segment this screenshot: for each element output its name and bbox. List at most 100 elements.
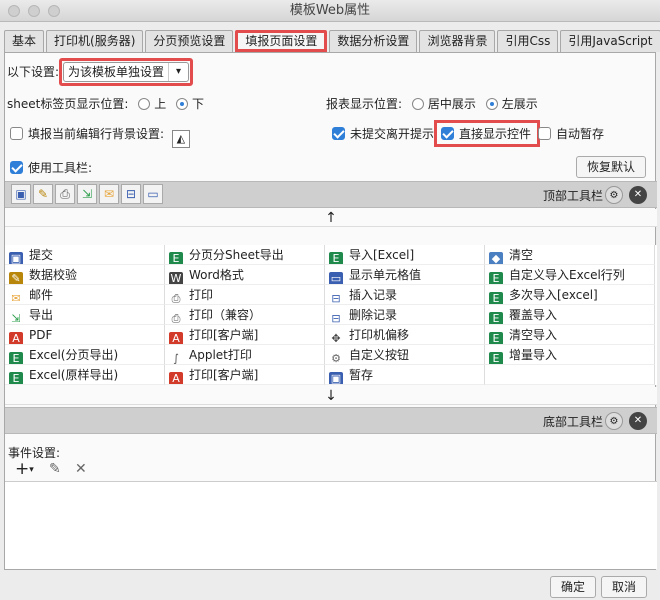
top-toolbar-settings-icon[interactable]: ⚙ bbox=[605, 186, 623, 204]
unsubmitted-checkbox[interactable] bbox=[332, 127, 345, 140]
toolbar-item[interactable]: ⚙ 自定义按钮 bbox=[325, 345, 485, 365]
tab-basic[interactable]: 基本 bbox=[4, 30, 45, 52]
direct-show-checkbox[interactable] bbox=[441, 127, 454, 140]
insert-icon[interactable]: ⊟ bbox=[121, 184, 141, 204]
toolbar-item-label: 多次导入[excel] bbox=[509, 288, 598, 302]
zoom-window-icon[interactable] bbox=[48, 5, 60, 17]
scope-select[interactable]: 为该模板单独设置 ▾ bbox=[63, 62, 190, 82]
toolbar-item[interactable]: ⎙ 打印 bbox=[165, 285, 325, 305]
toolbar-item[interactable]: ▭ 显示单元格值 bbox=[325, 265, 485, 285]
edit-event-icon[interactable]: ✎ bbox=[49, 461, 61, 477]
window-title: 模板Web属性 bbox=[289, 3, 371, 18]
events-list[interactable] bbox=[5, 481, 657, 569]
toolbar-item[interactable]: ▣ 暂存 bbox=[325, 365, 485, 385]
toolbar-item-label: 导出 bbox=[29, 308, 54, 322]
save-icon: ▣ bbox=[329, 372, 343, 385]
toolbar-item-label: Excel(分页导出) bbox=[29, 348, 119, 362]
sheet-position-up-radio[interactable] bbox=[138, 98, 151, 110]
report-position-center-radio[interactable] bbox=[411, 98, 424, 110]
toolbar-item[interactable]: ⇲ 导出 bbox=[5, 305, 165, 325]
fill-bg-checkbox[interactable] bbox=[10, 127, 23, 140]
excel-icon: E bbox=[489, 292, 503, 304]
toolbar-item-label: 暂存 bbox=[349, 368, 374, 382]
tab-data-analysis[interactable]: 数据分析设置 bbox=[329, 30, 418, 52]
add-event-icon[interactable]: +▾ bbox=[15, 459, 34, 479]
top-toolbar-remove-icon[interactable]: ✕ bbox=[629, 186, 647, 204]
move-up-arrow[interactable]: ↑ bbox=[5, 209, 657, 227]
toolbar-item[interactable]: ∫ Applet打印 bbox=[165, 345, 325, 365]
tab-css[interactable]: 引用Css bbox=[497, 30, 559, 52]
toolbar-item[interactable]: ✉ 邮件 bbox=[5, 285, 165, 305]
print-icon[interactable]: ⎙ bbox=[55, 184, 75, 204]
excel-icon: E bbox=[329, 252, 343, 264]
verify-icon[interactable]: ✎ bbox=[33, 184, 53, 204]
bottom-toolbar-remove-icon[interactable]: ✕ bbox=[629, 412, 647, 430]
use-toolbar-checkbox[interactable] bbox=[10, 161, 23, 174]
toolbar-item[interactable]: A 打印[客户端] bbox=[165, 325, 325, 345]
sheet-position-down-label: 下 bbox=[192, 97, 205, 111]
toolbar-item[interactable]: ✥ 打印机偏移 bbox=[325, 325, 485, 345]
close-window-icon[interactable] bbox=[8, 5, 20, 17]
toolbar-item[interactable]: E 多次导入[excel] bbox=[485, 285, 655, 305]
unsubmitted-row: 未提交离开提示 bbox=[332, 125, 434, 142]
toolbar-item[interactable]: E 导入[Excel] bbox=[325, 245, 485, 265]
ok-button[interactable]: 确定 bbox=[550, 576, 597, 598]
submit-icon[interactable]: ▣ bbox=[11, 184, 31, 204]
tab-page-preview[interactable]: 分页预览设置 bbox=[145, 30, 234, 52]
bottom-toolbar-settings-icon[interactable]: ⚙ bbox=[605, 412, 623, 430]
auto-save-row: 自动暂存 bbox=[538, 125, 604, 142]
toolbar-item[interactable]: ◆ 清空 bbox=[485, 245, 655, 265]
auto-save-checkbox[interactable] bbox=[538, 127, 551, 140]
excel-icon: E bbox=[489, 352, 503, 364]
scope-label: 以下设置: bbox=[7, 65, 60, 79]
tab-browser-background[interactable]: 浏览器背景 bbox=[419, 30, 496, 52]
toolbar-item[interactable]: E 增量导入 bbox=[485, 345, 655, 365]
restore-default-button[interactable]: 恢复默认 bbox=[576, 156, 647, 178]
toolbar-item-label: 自定义按钮 bbox=[349, 348, 410, 362]
pdf-icon: A bbox=[169, 372, 183, 384]
toolbar-item-label: 导入[Excel] bbox=[349, 248, 415, 262]
toolbar-item[interactable]: E 分页分Sheet导出 bbox=[165, 245, 325, 265]
toolbar-item[interactable]: E Excel(分页导出) bbox=[5, 345, 165, 365]
move-down-arrow[interactable]: ↓ bbox=[5, 387, 657, 405]
bottom-toolbar-label: 底部工具栏 bbox=[542, 415, 603, 429]
toolbar-item[interactable]: A PDF bbox=[5, 325, 165, 345]
mail-icon[interactable]: ✉ bbox=[99, 184, 119, 204]
toolbar-item[interactable]: W Word格式 bbox=[165, 265, 325, 285]
toolbar-item[interactable]: E Excel(原样导出) bbox=[5, 365, 165, 385]
fill-bg-row: 填报当前编辑行背景设置: ◭ bbox=[10, 125, 190, 148]
toolbar-item[interactable]: E 清空导入 bbox=[485, 325, 655, 345]
report-position-row: 报表显示位置: 居中展示 左展示 bbox=[326, 95, 538, 112]
toolbar-item[interactable]: ✎ 数据校验 bbox=[5, 265, 165, 285]
excel-icon: E bbox=[489, 312, 503, 324]
sheet-position-down-radio[interactable] bbox=[176, 98, 189, 110]
scope-select-value: 为该模板单独设置 bbox=[68, 65, 165, 79]
toolbar-item[interactable]: ⊟ 插入记录 bbox=[325, 285, 485, 305]
tab-javascript[interactable]: 引用JavaScript bbox=[560, 30, 660, 52]
paint-bucket-icon[interactable]: ◭ bbox=[171, 130, 190, 148]
export-icon[interactable]: ⇲ bbox=[77, 184, 97, 204]
toolbar-item[interactable]: ⊟ 删除记录 bbox=[325, 305, 485, 325]
tab-fill-page-settings[interactable]: 填报页面设置 bbox=[235, 30, 328, 52]
toolbar-item[interactable]: ▣ 提交 bbox=[5, 245, 165, 265]
arrow-down-icon: ↓ bbox=[325, 388, 337, 404]
toolbar-item[interactable]: ⎙ 打印（兼容） bbox=[165, 305, 325, 325]
toolbar-item[interactable]: E 自定义导入Excel行列 bbox=[485, 265, 655, 285]
toolbar-item[interactable]: A 打印[客户端] bbox=[165, 365, 325, 385]
toolbar-item-label: 数据校验 bbox=[29, 268, 78, 282]
top-toolbar-label: 顶部工具栏 bbox=[542, 189, 603, 203]
export-icon: ⇲ bbox=[11, 312, 21, 325]
tab-printer-server[interactable]: 打印机(服务器) bbox=[46, 30, 144, 52]
minimize-window-icon[interactable] bbox=[28, 5, 40, 17]
toolbar-item-label: 覆盖导入 bbox=[509, 308, 558, 322]
report-position-left-radio[interactable] bbox=[485, 98, 498, 110]
toolbar-item[interactable]: E 覆盖导入 bbox=[485, 305, 655, 325]
toolbar-item-label: 清空 bbox=[509, 248, 534, 262]
cancel-button[interactable]: 取消 bbox=[601, 576, 648, 598]
chevron-down-icon: ▾ bbox=[168, 63, 188, 81]
remove-event-icon[interactable]: ✕ bbox=[75, 461, 87, 477]
window-icon[interactable]: ▭ bbox=[143, 184, 163, 204]
toolbar-item-label: 显示单元格值 bbox=[349, 268, 422, 282]
toolbar-item-label: 增量导入 bbox=[509, 348, 558, 362]
delete-row-icon: ⊟ bbox=[331, 312, 341, 325]
